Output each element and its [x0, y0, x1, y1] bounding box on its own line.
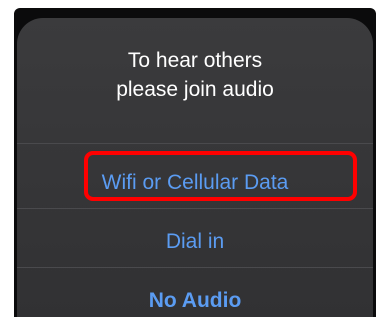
join-audio-sheet: To hear others please join audio Wifi or… — [17, 18, 373, 317]
wifi-or-cellular-data-button[interactable]: Wifi or Cellular Data — [17, 158, 373, 208]
dim-backdrop: To hear others please join audio Wifi or… — [14, 8, 376, 317]
dialog-title: To hear others please join audio — [17, 46, 373, 104]
divider — [17, 267, 373, 268]
no-audio-button[interactable]: No Audio — [17, 276, 373, 317]
divider — [17, 143, 373, 144]
dial-in-button[interactable]: Dial in — [17, 217, 373, 267]
dialog-title-line-2: please join audio — [116, 78, 274, 101]
divider — [17, 208, 373, 209]
dialog-title-line-1: To hear others — [127, 49, 263, 72]
